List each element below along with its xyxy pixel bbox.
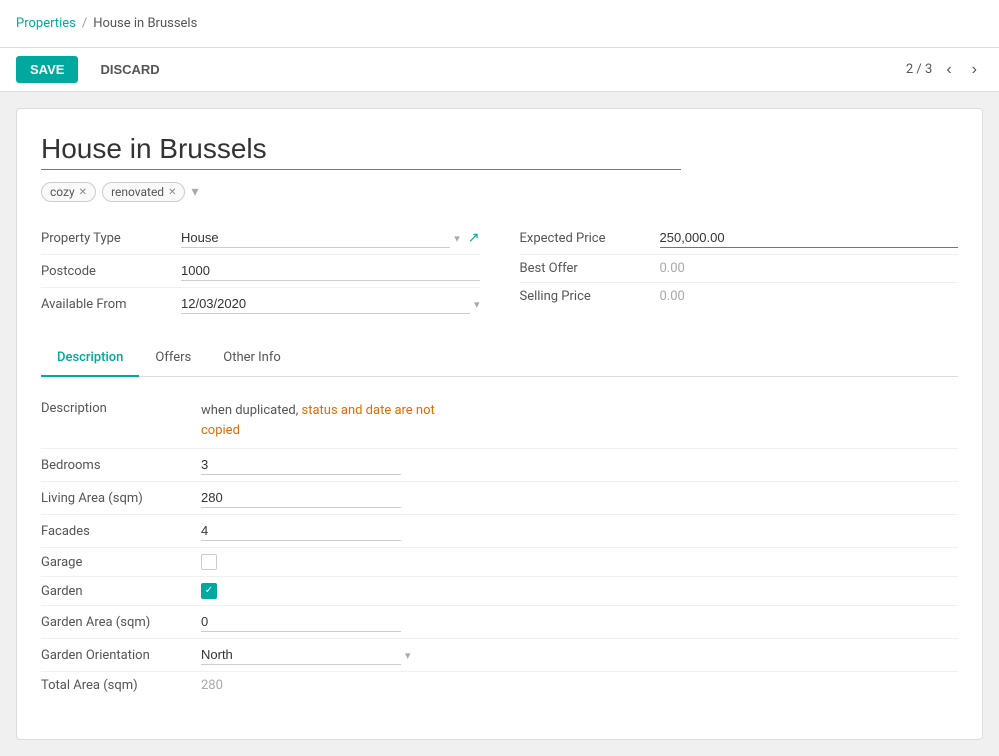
garage-checkbox[interactable]	[201, 554, 217, 570]
breadcrumb-parent-link[interactable]: Properties	[16, 16, 76, 31]
garden-orientation-label: Garden Orientation	[41, 648, 201, 663]
garden-area-input[interactable]	[201, 612, 401, 632]
garden-orientation-select[interactable]: North South East West	[201, 645, 401, 665]
expected-price-label: Expected Price	[520, 231, 660, 246]
garage-row: Garage	[41, 548, 958, 577]
property-type-select-wrap: House ▾ ↗	[181, 228, 480, 248]
record-card: cozy ✕ renovated ✕ ▾ Property Type House	[16, 108, 983, 740]
tags-dropdown-arrow[interactable]: ▾	[191, 184, 198, 200]
bedrooms-input[interactable]	[201, 455, 401, 475]
main-content: cozy ✕ renovated ✕ ▾ Property Type House	[0, 92, 999, 756]
garden-label: Garden	[41, 584, 201, 599]
facades-row: Facades	[41, 515, 958, 548]
tag-renovated-label: renovated	[111, 185, 164, 199]
selling-price-label: Selling Price	[520, 289, 660, 304]
garden-area-row: Garden Area (sqm)	[41, 606, 958, 639]
garden-checkmark: ✓	[205, 586, 213, 596]
living-area-input[interactable]	[201, 488, 401, 508]
tag-cozy-label: cozy	[50, 185, 75, 199]
breadcrumb: Properties / House in Brussels	[16, 16, 197, 31]
property-type-select[interactable]: House	[181, 228, 450, 248]
living-area-row: Living Area (sqm)	[41, 482, 958, 515]
total-area-value: 280	[201, 678, 223, 693]
best-offer-value: 0.00	[660, 261, 685, 276]
garden-checkbox[interactable]: ✓	[201, 583, 217, 599]
selling-price-value: 0.00	[660, 289, 685, 304]
fields-section: Property Type House ▾ ↗ Postcode Availab…	[41, 222, 958, 320]
save-button[interactable]: SAVE	[16, 56, 78, 83]
bedrooms-label: Bedrooms	[41, 458, 201, 473]
tag-cozy-remove[interactable]: ✕	[79, 187, 87, 198]
selling-price-row: Selling Price 0.00	[520, 283, 959, 310]
living-area-label: Living Area (sqm)	[41, 491, 201, 506]
pagination-display: 2 / 3	[906, 62, 932, 77]
toolbar-actions: SAVE DISCARD	[16, 56, 174, 83]
property-type-arrow-icon: ▾	[454, 232, 460, 245]
available-from-wrap: ▾	[181, 294, 480, 314]
tab-description[interactable]: Description	[41, 340, 139, 377]
facades-label: Facades	[41, 524, 201, 539]
breadcrumb-current: House in Brussels	[93, 16, 197, 31]
expected-price-input[interactable]	[660, 228, 959, 248]
prev-record-button[interactable]: ‹	[940, 59, 957, 81]
tab-other-info[interactable]: Other Info	[207, 340, 297, 377]
postcode-input[interactable]	[181, 261, 480, 281]
desc-line1: when duplicated, status and date are not	[201, 403, 435, 418]
tag-cozy: cozy ✕	[41, 182, 96, 202]
best-offer-row: Best Offer 0.00	[520, 255, 959, 283]
postcode-row: Postcode	[41, 255, 480, 288]
tag-renovated-remove[interactable]: ✕	[168, 187, 176, 198]
property-type-row: Property Type House ▾ ↗	[41, 222, 480, 255]
expected-price-row: Expected Price	[520, 222, 959, 255]
available-from-input[interactable]	[181, 294, 470, 314]
total-area-row: Total Area (sqm) 280	[41, 672, 958, 699]
garden-area-label: Garden Area (sqm)	[41, 615, 201, 630]
description-text: when duplicated, status and date are not…	[201, 401, 435, 440]
tab-offers[interactable]: Offers	[139, 340, 207, 377]
tags-row: cozy ✕ renovated ✕ ▾	[41, 182, 958, 202]
fields-left: Property Type House ▾ ↗ Postcode Availab…	[41, 222, 480, 320]
description-field-label: Description	[41, 401, 201, 416]
property-type-external-link-icon[interactable]: ↗	[468, 230, 480, 246]
garage-label: Garage	[41, 555, 201, 570]
breadcrumb-separator: /	[82, 16, 87, 31]
discard-button[interactable]: DISCARD	[86, 56, 173, 83]
record-title-input[interactable]	[41, 133, 681, 170]
property-type-label: Property Type	[41, 231, 181, 246]
pagination: 2 / 3 ‹ ›	[906, 59, 983, 81]
garden-orientation-arrow-icon: ▾	[405, 649, 411, 662]
tag-renovated: renovated ✕	[102, 182, 185, 202]
fields-right: Expected Price Best Offer 0.00 Selling P…	[480, 222, 959, 320]
tab-content-description: Description when duplicated, status and …	[41, 393, 958, 715]
desc-line2: copied	[201, 423, 240, 438]
next-record-button[interactable]: ›	[966, 59, 983, 81]
description-field-row: Description when duplicated, status and …	[41, 393, 958, 449]
desc-highlight: status and date are not	[301, 403, 434, 418]
total-area-label: Total Area (sqm)	[41, 678, 201, 693]
available-from-label: Available From	[41, 297, 181, 312]
best-offer-label: Best Offer	[520, 261, 660, 276]
available-from-row: Available From ▾	[41, 288, 480, 320]
bedrooms-row: Bedrooms	[41, 449, 958, 482]
garden-orientation-wrap: North South East West ▾	[201, 645, 411, 665]
garden-orientation-row: Garden Orientation North South East West…	[41, 639, 958, 672]
postcode-label: Postcode	[41, 264, 181, 279]
top-bar: Properties / House in Brussels	[0, 0, 999, 48]
toolbar: SAVE DISCARD 2 / 3 ‹ ›	[0, 48, 999, 92]
facades-input[interactable]	[201, 521, 401, 541]
garden-row: Garden ✓	[41, 577, 958, 606]
tabs-bar: Description Offers Other Info	[41, 340, 958, 377]
